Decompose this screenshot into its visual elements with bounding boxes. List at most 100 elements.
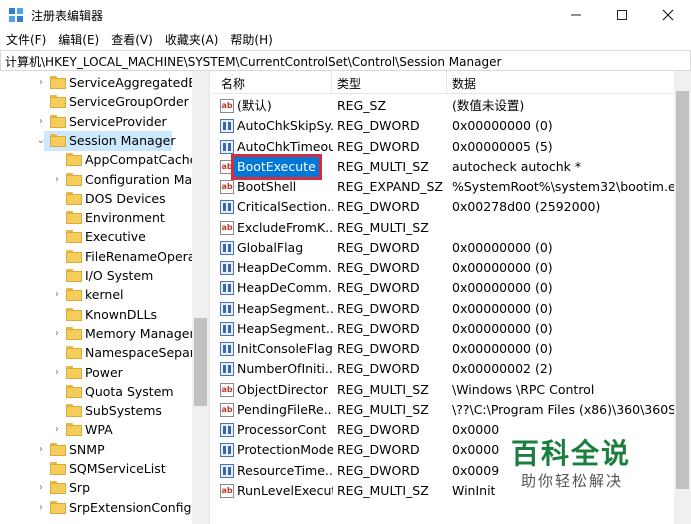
tree-item[interactable]: SubSystems [0, 401, 192, 421]
menu-edit[interactable]: 编辑(E) [52, 30, 105, 50]
value-name[interactable]: HeapSegment... [237, 299, 333, 319]
tree-item[interactable]: › ServiceProvider [0, 112, 192, 132]
tree-item-label: Session Manager [69, 132, 176, 148]
value-row[interactable]: InitConsoleFlags REG_DWORD 0x00000000 (0) [213, 339, 674, 359]
values-scrollbar[interactable] [674, 71, 691, 524]
chevron-right-icon[interactable]: › [52, 285, 62, 305]
value-name[interactable]: BootExecute [231, 153, 322, 180]
column-header-type[interactable]: 类型 [337, 75, 361, 92]
value-row[interactable]: HeapDeComm... REG_DWORD 0x00000000 (0) [213, 258, 674, 278]
folder-icon [66, 326, 82, 340]
tree-item[interactable]: I/O System [0, 266, 192, 286]
value-row[interactable]: ab BootShell REG_EXPAND_SZ %SystemRoot%\sys… [213, 177, 674, 197]
tree-item[interactable]: › Configuration Man [0, 170, 200, 190]
tree-item[interactable]: Environment [0, 208, 192, 228]
chevron-right-icon[interactable]: › [36, 112, 46, 132]
tree-item[interactable]: Executive [0, 227, 192, 247]
values-scrollbar-thumb[interactable] [676, 91, 689, 489]
value-name[interactable]: BootShell [237, 177, 296, 197]
tree-item[interactable]: AppCompatCache [0, 150, 197, 170]
column-divider[interactable] [446, 71, 447, 93]
value-row[interactable]: AutoChkSkipSy... REG_DWORD 0x00000000 (0) [213, 116, 674, 136]
chevron-down-icon[interactable]: ⌄ [36, 131, 46, 151]
tree-item[interactable]: ⌄ Session Manager [37, 130, 176, 151]
chevron-right-icon[interactable]: › [52, 420, 62, 440]
tree-item-label: Environment [85, 210, 165, 226]
value-row[interactable]: CriticalSection... REG_DWORD 0x00278d00 (2… [213, 197, 674, 217]
chevron-right-icon[interactable]: › [36, 498, 46, 518]
value-name[interactable]: ObjectDirector [237, 380, 328, 400]
chevron-right-icon[interactable]: › [52, 363, 62, 383]
value-name[interactable]: PendingFileRe... [237, 400, 333, 420]
value-row[interactable]: GlobalFlag REG_DWORD 0x00000000 (0) [213, 238, 674, 258]
folder-icon [66, 423, 82, 437]
value-name[interactable]: ProtectionMode [237, 440, 333, 460]
tree-item[interactable]: › Power [0, 363, 192, 383]
tree-scrollbar-thumb[interactable] [194, 318, 207, 406]
value-name[interactable]: ResourceTime... [237, 461, 333, 481]
value-name[interactable]: HeapDeComm... [237, 258, 333, 278]
column-header-data[interactable]: 数据 [452, 75, 476, 92]
menu-view[interactable]: 查看(V) [105, 30, 159, 50]
value-type: REG_DWORD [337, 260, 420, 275]
tree-item-label: ServiceAggregatedEve [69, 75, 210, 90]
value-row[interactable]: ab ObjectDirector REG_MULTI_SZ \Windows \RP… [213, 380, 674, 400]
minimize-button[interactable] [553, 0, 599, 30]
tree-item[interactable]: › SrpExtensionConfig [0, 498, 192, 518]
value-name[interactable]: ProcessorCont [237, 420, 326, 440]
tree-item[interactable]: ServiceGroupOrder [0, 92, 192, 112]
string-value-icon: ab [220, 483, 234, 498]
menu-file[interactable]: 文件(F) [0, 30, 52, 50]
value-row[interactable]: ab PendingFileRe... REG_MULTI_SZ \??\C:\Pro… [213, 400, 674, 420]
value-row[interactable]: ab BootExecute REG_MULTI_SZ autocheck autoc… [213, 153, 674, 180]
address-bar[interactable]: 计算机\HKEY_LOCAL_MACHINE\SYSTEM\CurrentCon… [0, 50, 691, 71]
value-name[interactable]: CriticalSection... [237, 197, 333, 217]
value-data: \??\C:\Program Files (x86)\360\360Safe [452, 401, 674, 417]
chevron-right-icon[interactable]: › [36, 440, 46, 460]
close-button[interactable] [645, 0, 691, 30]
tree-item[interactable]: › kernel [0, 285, 192, 305]
tree-item[interactable]: › Memory Managem [0, 324, 202, 344]
value-row[interactable]: HeapSegment... REG_DWORD 0x00000000 (0) [213, 299, 674, 319]
value-row[interactable]: AutoChkTimeout REG_DWORD 0x00000005 (5) [213, 137, 674, 157]
value-name[interactable]: (默认) [237, 96, 272, 116]
value-name[interactable]: HeapSegment... [237, 319, 333, 339]
value-name[interactable]: AutoChkSkipSy... [237, 116, 333, 136]
folder-icon [66, 191, 82, 205]
tree-item[interactable]: NamespaceSepara [0, 343, 203, 363]
value-name[interactable]: ExcludeFromK... [237, 218, 333, 238]
chevron-right-icon[interactable]: › [52, 324, 62, 344]
tree-item[interactable]: › ServiceAggregatedEve [0, 73, 209, 93]
key-tree[interactable]: › ServiceAggregatedEve ServiceGroupOrder › S… [0, 71, 210, 524]
value-name[interactable]: InitConsoleFlags [237, 339, 333, 359]
menu-help[interactable]: 帮助(H) [224, 30, 278, 50]
tree-item[interactable]: SQMServiceList [0, 459, 192, 479]
value-name[interactable]: RunLevelExecute [237, 481, 333, 501]
chevron-right-icon[interactable]: › [36, 478, 46, 498]
tree-item[interactable]: Quota System [0, 382, 192, 402]
value-data: 0x00000000 (0) [452, 239, 553, 255]
value-row[interactable]: HeapDeComm... REG_DWORD 0x00000000 (0) [213, 278, 674, 298]
tree-item-label: I/O System [85, 268, 154, 283]
menu-favorites[interactable]: 收藏夹(A) [159, 30, 225, 50]
tree-item[interactable]: DOS Devices [0, 189, 192, 209]
chevron-right-icon[interactable]: › [36, 73, 46, 93]
maximize-button[interactable] [599, 0, 645, 30]
column-divider[interactable] [331, 71, 332, 93]
tree-item[interactable]: › SNMP [0, 440, 192, 460]
value-row[interactable]: ab (默认) REG_SZ (数值未设置) [213, 96, 674, 116]
chevron-right-icon[interactable]: › [52, 170, 62, 190]
value-row[interactable]: HeapSegment... REG_DWORD 0x00000000 (0) [213, 319, 674, 339]
tree-item[interactable]: › WPA [0, 420, 192, 440]
value-name[interactable]: AutoChkTimeout [237, 137, 333, 157]
value-name[interactable]: GlobalFlag [237, 238, 303, 258]
tree-item[interactable]: FileRenameOperati [0, 247, 204, 267]
column-header-name[interactable]: 名称 [221, 75, 245, 92]
tree-item[interactable]: KnownDLLs [0, 305, 192, 325]
value-name[interactable]: HeapDeComm... [237, 278, 333, 298]
value-row[interactable]: ab ExcludeFromK... REG_MULTI_SZ [213, 218, 674, 238]
tree-scrollbar[interactable] [192, 71, 209, 524]
value-row[interactable]: NumberOfIniti... REG_DWORD 0x00000002 (2) [213, 359, 674, 379]
tree-item[interactable]: › Srp [0, 478, 192, 498]
value-name[interactable]: NumberOfIniti... [237, 359, 333, 379]
